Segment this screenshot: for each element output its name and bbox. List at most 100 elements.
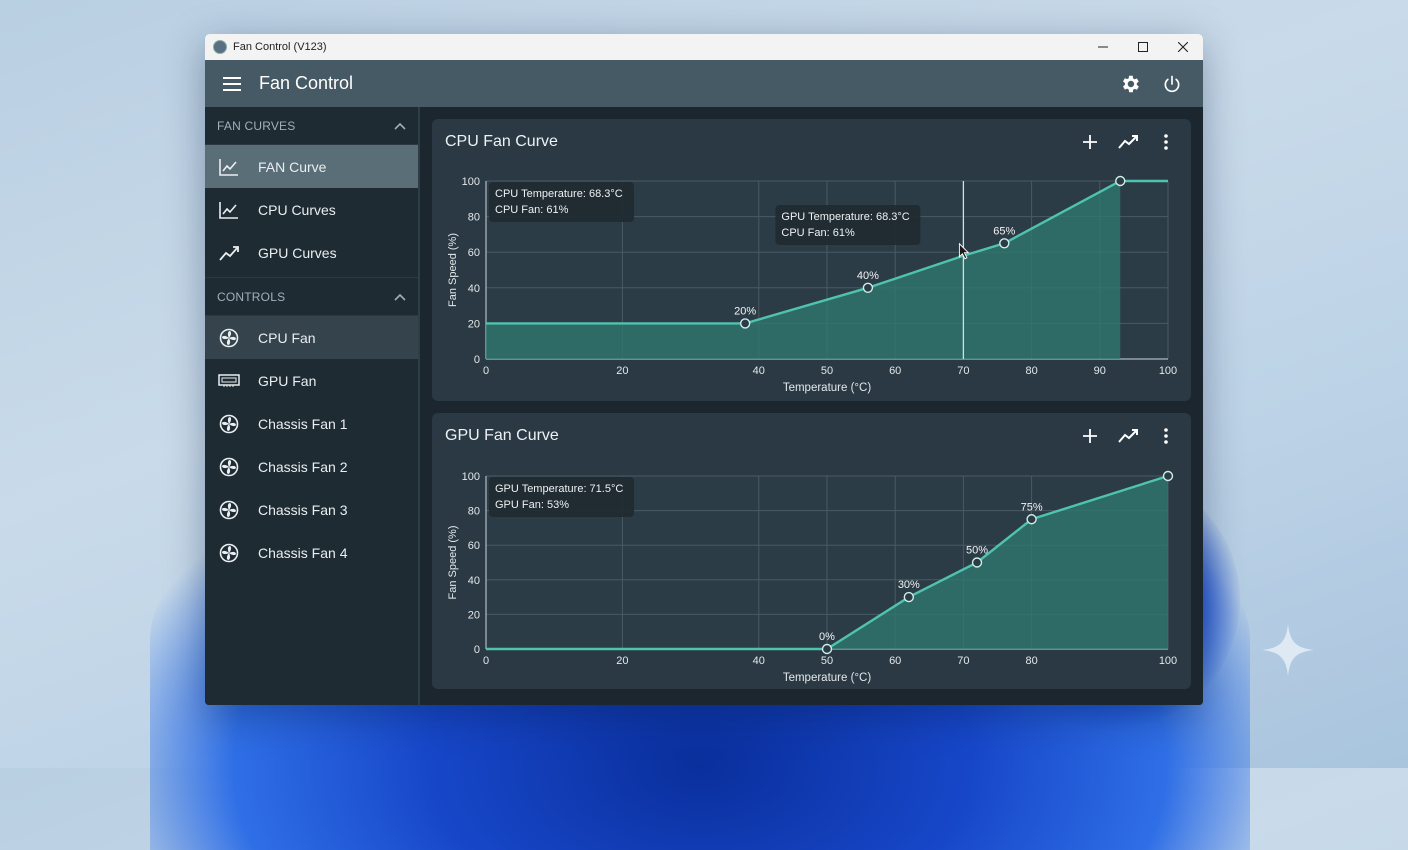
x-tick-label: 20 [616, 365, 628, 377]
tooltip-text: GPU Temperature: 68.3°C [781, 211, 909, 223]
card-title: GPU Fan Curve [445, 427, 559, 444]
x-axis-label: Temperature (°C) [783, 672, 871, 684]
curve-point [1162, 470, 1174, 482]
gpu-fan-curve-chart[interactable]: 0 20 40 50 60 70 80 100 0 20 40 60 80 100 Temperature … [432, 459, 1192, 689]
power-button[interactable] [1151, 64, 1193, 104]
card-title: CPU Fan Curve [445, 133, 558, 150]
fan-icon [217, 455, 241, 479]
curve-point [1115, 175, 1126, 187]
y-tick-label: 0 [474, 644, 480, 656]
gpu-card-icon [217, 369, 241, 393]
sidebar-item-label: CPU Curves [258, 201, 336, 218]
point-label: 30% [898, 579, 920, 591]
point-label: 75% [1021, 501, 1043, 513]
tooltip-text: GPU Temperature: 71.5°C [495, 483, 623, 495]
point-label: 65% [993, 225, 1015, 237]
chart-line-icon [217, 155, 241, 179]
sidebar-item-label: Chassis Fan 1 [258, 415, 348, 432]
curve-point [999, 238, 1010, 249]
point-label: 0% [819, 631, 835, 643]
tooltip-text: GPU Fan: 53% [495, 499, 569, 511]
chevron-up-icon [394, 293, 406, 301]
sparkle-icon [1262, 624, 1314, 676]
sidebar-item-gpu-fan[interactable]: GPU Fan [205, 359, 418, 402]
sidebar-item-label: Chassis Fan 4 [258, 544, 348, 561]
chart-line-icon [217, 198, 241, 222]
maximize-icon [1138, 42, 1148, 52]
main-content: CPU Fan Curve 0 20 40 50 60 70 80 90 100 0 20 40 60 8… [420, 107, 1203, 705]
y-tick-label: 100 [462, 471, 480, 483]
sidebar-item-chassis-fan-4[interactable]: Chassis Fan 4 [205, 531, 418, 574]
section-title: FAN CURVES [217, 118, 296, 133]
tooltip-text: CPU Fan: 61% [781, 227, 855, 239]
x-tick-label: 0 [483, 655, 489, 667]
point-label: 20% [734, 305, 756, 317]
cpu-fan-curve-chart[interactable]: 0 20 40 50 60 70 80 90 100 0 20 40 60 80 100 Temperatur… [432, 165, 1192, 401]
y-axis-label: Fan Speed (%) [447, 526, 459, 600]
tooltip-text: CPU Fan: 61% [495, 204, 569, 216]
x-tick-label: 40 [753, 655, 765, 667]
x-tick-label: 50 [821, 655, 833, 667]
sidebar-item-cpu-fan[interactable]: CPU Fan [205, 316, 418, 359]
plus-icon [1083, 135, 1097, 149]
app-logo-icon [213, 40, 227, 54]
point-label: 40% [857, 270, 879, 282]
settings-button[interactable] [1109, 64, 1151, 104]
curve-mode-button[interactable] [1109, 124, 1147, 160]
fan-icon [217, 326, 241, 350]
app-title: Fan Control [259, 73, 354, 93]
x-tick-label: 70 [957, 365, 969, 377]
sidebar-item-chassis-fan-1[interactable]: Chassis Fan 1 [205, 402, 418, 445]
app-bar: Fan Control [205, 60, 1203, 107]
controls-section-header[interactable]: CONTROLS [205, 277, 418, 316]
menu-button[interactable] [205, 76, 259, 91]
sidebar-item-label: FAN Curve [258, 158, 327, 175]
window-title: Fan Control (V123) [233, 41, 327, 53]
x-tick-label: 70 [957, 655, 969, 667]
y-tick-label: 60 [468, 540, 480, 552]
fan-curves-section-header[interactable]: FAN CURVES [205, 107, 418, 145]
curve-mode-button[interactable] [1109, 418, 1147, 454]
minimize-icon [1098, 46, 1108, 48]
add-point-button[interactable] [1071, 418, 1109, 454]
curve-point [739, 318, 751, 329]
y-tick-label: 60 [468, 247, 480, 259]
app-window: Fan Control (V123) Fan Control FAN CURVE… [205, 34, 1203, 705]
sidebar-item-label: Chassis Fan 2 [258, 458, 348, 475]
cpu-fan-curve-card: CPU Fan Curve 0 20 40 50 60 70 80 90 100 0 20 40 60 8… [432, 119, 1191, 401]
y-tick-label: 20 [468, 609, 480, 621]
trending-up-icon [1118, 135, 1138, 149]
y-tick-label: 40 [468, 575, 480, 587]
maximize-button[interactable] [1123, 34, 1163, 60]
add-point-button[interactable] [1071, 124, 1109, 160]
minimize-button[interactable] [1083, 34, 1123, 60]
x-tick-label: 80 [1025, 365, 1037, 377]
x-tick-label: 60 [889, 365, 901, 377]
more-options-button[interactable] [1147, 418, 1185, 454]
sidebar-item-label: GPU Fan [258, 372, 317, 389]
sidebar-item-chassis-fan-3[interactable]: Chassis Fan 3 [205, 488, 418, 531]
fan-icon [217, 498, 241, 522]
sidebar-item-gpu-curves[interactable]: GPU Curves [205, 231, 418, 274]
trending-up-icon [217, 241, 241, 265]
curve-point [821, 643, 833, 655]
fan-icon [217, 412, 241, 436]
y-tick-label: 0 [474, 354, 480, 366]
curve-point [971, 557, 983, 568]
gear-icon [1123, 75, 1139, 92]
fan-icon [217, 541, 241, 565]
sidebar-item-cpu-curves[interactable]: CPU Curves [205, 188, 418, 231]
y-tick-label: 100 [462, 176, 480, 188]
x-tick-label: 100 [1159, 365, 1177, 377]
close-button[interactable] [1163, 34, 1203, 60]
sidebar-item-label: Chassis Fan 3 [258, 501, 348, 518]
point-label: 50% [966, 545, 988, 557]
more-options-button[interactable] [1147, 124, 1185, 160]
gpu-fan-curve-card: GPU Fan Curve 0 20 40 50 60 70 80 100 0 20 40 60 80 1… [432, 413, 1191, 689]
more-vert-icon [1164, 428, 1168, 444]
sidebar-item-chassis-fan-2[interactable]: Chassis Fan 2 [205, 445, 418, 488]
sidebar-item-fan-curve[interactable]: FAN Curve [205, 145, 418, 188]
y-tick-label: 40 [468, 283, 480, 295]
x-tick-label: 20 [616, 655, 628, 667]
x-tick-label: 40 [753, 365, 765, 377]
